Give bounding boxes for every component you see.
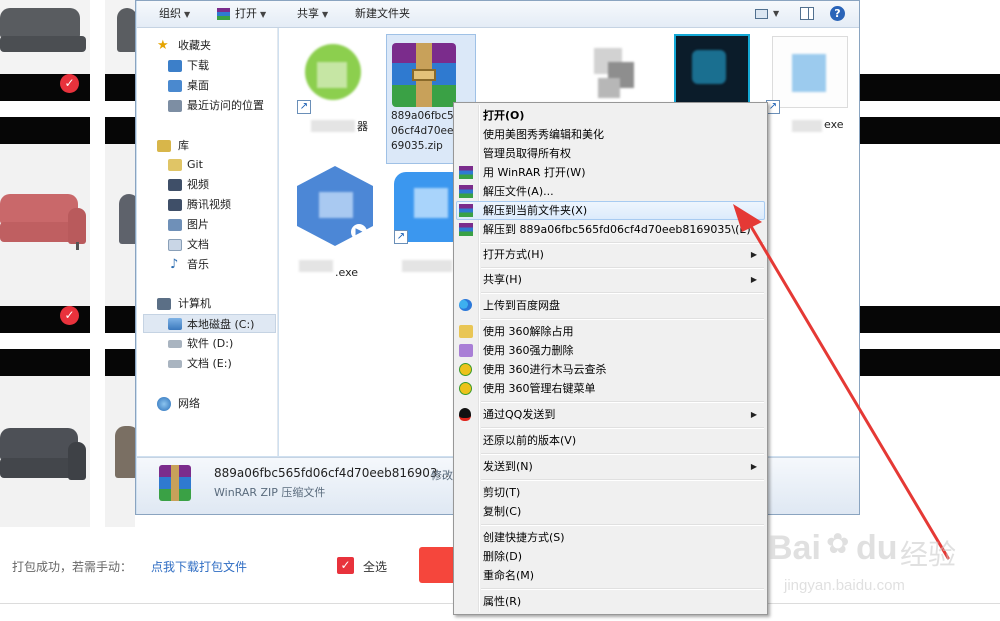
baidu-jingyan-watermark: Bai ✿ du 经验 jingyan.baidu.com <box>760 525 1000 605</box>
watermark-url: jingyan.baidu.com <box>784 577 905 594</box>
watermark-suffix: du <box>856 529 898 567</box>
watermark-brand: Bai <box>768 529 821 567</box>
paw-icon: ✿ <box>826 527 850 560</box>
watermark-product: 经验 <box>900 538 957 571</box>
